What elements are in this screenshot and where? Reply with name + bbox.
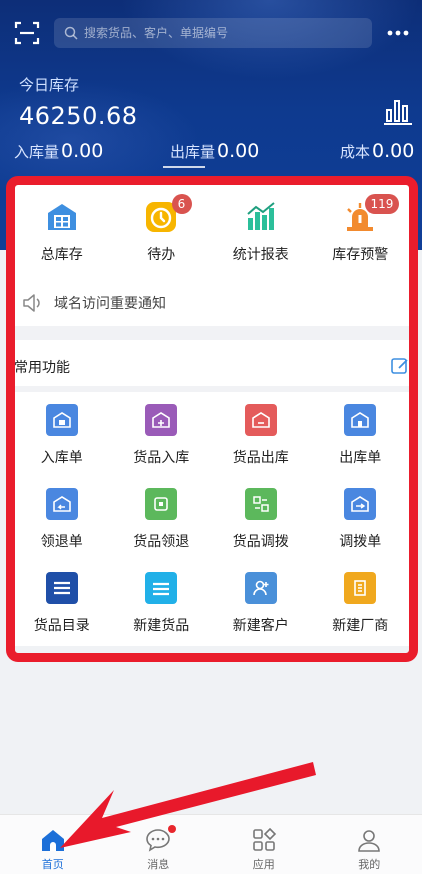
func-goods-inbound[interactable]: 货品入库 xyxy=(112,398,212,482)
chart-icon[interactable] xyxy=(383,98,413,126)
quick-todo[interactable]: 待办 6 xyxy=(112,192,212,272)
func-label: 货品领退 xyxy=(133,534,190,550)
section-divider xyxy=(12,326,410,340)
speaker-icon xyxy=(23,294,40,312)
new-vendor-icon xyxy=(344,572,377,604)
inventory-total[interactable]: 46250.68 xyxy=(19,102,138,130)
scan-icon[interactable] xyxy=(14,20,40,46)
stat-inbound[interactable]: 入库量 0.00 xyxy=(14,140,103,162)
func-goods-return[interactable]: 货品领退 xyxy=(112,482,212,566)
func-label: 新建货品 xyxy=(133,618,190,634)
func-outbound-order[interactable]: 出库单 xyxy=(311,398,411,482)
warehouse-icon xyxy=(47,204,76,230)
quick-label: 待办 xyxy=(147,247,176,263)
stat-outbound[interactable]: 出库量 0.00 xyxy=(170,140,259,162)
catalog-icon xyxy=(45,572,78,604)
tab-apps[interactable]: 应用 xyxy=(211,815,317,874)
message-icon xyxy=(146,829,171,852)
func-goods-outbound[interactable]: 货品出库 xyxy=(211,398,311,482)
stat-value: 0.00 xyxy=(372,140,415,162)
common-functions-grid: 入库单 货品入库 货品出库 出库单 领退单 货品领退 货品调拨 调拨单 货品目录… xyxy=(12,398,410,648)
outbound-order-icon xyxy=(344,404,377,436)
goods-outbound-icon xyxy=(244,404,277,436)
bottom-tab-bar: 首页 消息 应用 我的 xyxy=(0,814,422,874)
quick-label: 统计报表 xyxy=(232,247,289,263)
goods-transfer-icon xyxy=(244,488,277,520)
inventory-title: 今日库存 xyxy=(19,76,80,94)
active-stat-indicator xyxy=(163,166,205,168)
goods-return-icon xyxy=(145,488,178,520)
func-new-vendor[interactable]: 新建厂商 xyxy=(311,566,411,650)
tab-home[interactable]: 首页 xyxy=(0,815,106,874)
notice-bar[interactable]: 域名访问重要通知 xyxy=(22,284,166,322)
func-goods-transfer[interactable]: 货品调拨 xyxy=(211,482,311,566)
quick-reports[interactable]: 统计报表 xyxy=(211,192,311,272)
func-label: 新建厂商 xyxy=(332,618,389,634)
stat-label: 成本 xyxy=(340,143,371,161)
edit-icon[interactable] xyxy=(390,356,410,376)
func-label: 新建客户 xyxy=(232,618,289,634)
func-return-order[interactable]: 领退单 xyxy=(12,482,112,566)
func-new-customer[interactable]: 新建客户 xyxy=(211,566,311,650)
search-icon xyxy=(64,26,78,40)
transfer-order-icon xyxy=(344,488,377,520)
stat-label: 出库量 xyxy=(170,143,216,161)
func-new-goods[interactable]: 新建货品 xyxy=(112,566,212,650)
goods-inbound-icon xyxy=(145,404,178,436)
search-input[interactable] xyxy=(84,26,364,40)
new-goods-icon xyxy=(145,572,178,604)
notice-text: 域名访问重要通知 xyxy=(54,296,166,312)
tab-label: 应用 xyxy=(252,858,275,871)
section-divider xyxy=(12,386,410,392)
more-icon[interactable] xyxy=(386,24,410,42)
search-bar[interactable] xyxy=(54,18,372,48)
return-order-icon xyxy=(45,488,78,520)
func-goods-catalog[interactable]: 货品目录 xyxy=(12,566,112,650)
user-icon xyxy=(358,830,381,852)
func-label: 货品调拨 xyxy=(232,534,289,550)
stat-value: 0.00 xyxy=(217,140,260,162)
quick-label: 总库存 xyxy=(40,247,83,263)
message-dot xyxy=(167,825,176,833)
func-label: 货品目录 xyxy=(33,618,90,634)
new-customer-icon xyxy=(244,572,277,604)
func-label: 货品入库 xyxy=(133,450,190,466)
tab-label: 首页 xyxy=(41,858,64,871)
tab-label: 消息 xyxy=(147,858,170,871)
quick-stock-alert[interactable]: 库存预警 119 xyxy=(311,192,411,272)
func-label: 出库单 xyxy=(339,450,382,466)
stat-label: 入库量 xyxy=(14,143,60,161)
inbound-order-icon xyxy=(45,404,78,436)
tab-label: 我的 xyxy=(358,858,381,871)
tab-messages[interactable]: 消息 xyxy=(106,815,212,874)
todo-badge: 6 xyxy=(171,194,192,214)
apps-icon xyxy=(252,827,276,851)
common-functions-title: 常用功能 xyxy=(14,360,70,376)
bar-chart-icon xyxy=(247,202,275,230)
func-inbound-order[interactable]: 入库单 xyxy=(12,398,112,482)
quick-total-inventory[interactable]: 总库存 xyxy=(12,192,112,272)
home-icon xyxy=(41,830,64,851)
stat-value: 0.00 xyxy=(61,140,104,162)
func-label: 调拨单 xyxy=(339,534,382,550)
tab-profile[interactable]: 我的 xyxy=(317,815,422,874)
func-transfer-order[interactable]: 调拨单 xyxy=(311,482,411,566)
stock-alert-badge: 119 xyxy=(364,194,400,214)
quick-label: 库存预警 xyxy=(332,247,389,263)
quick-access-row: 总库存 待办 6 统计报表 库存预警 119 xyxy=(12,192,410,272)
func-label: 货品出库 xyxy=(232,450,289,466)
stat-cost[interactable]: 成本 0.00 xyxy=(340,140,414,162)
func-label: 入库单 xyxy=(40,450,83,466)
func-label: 领退单 xyxy=(40,534,83,550)
